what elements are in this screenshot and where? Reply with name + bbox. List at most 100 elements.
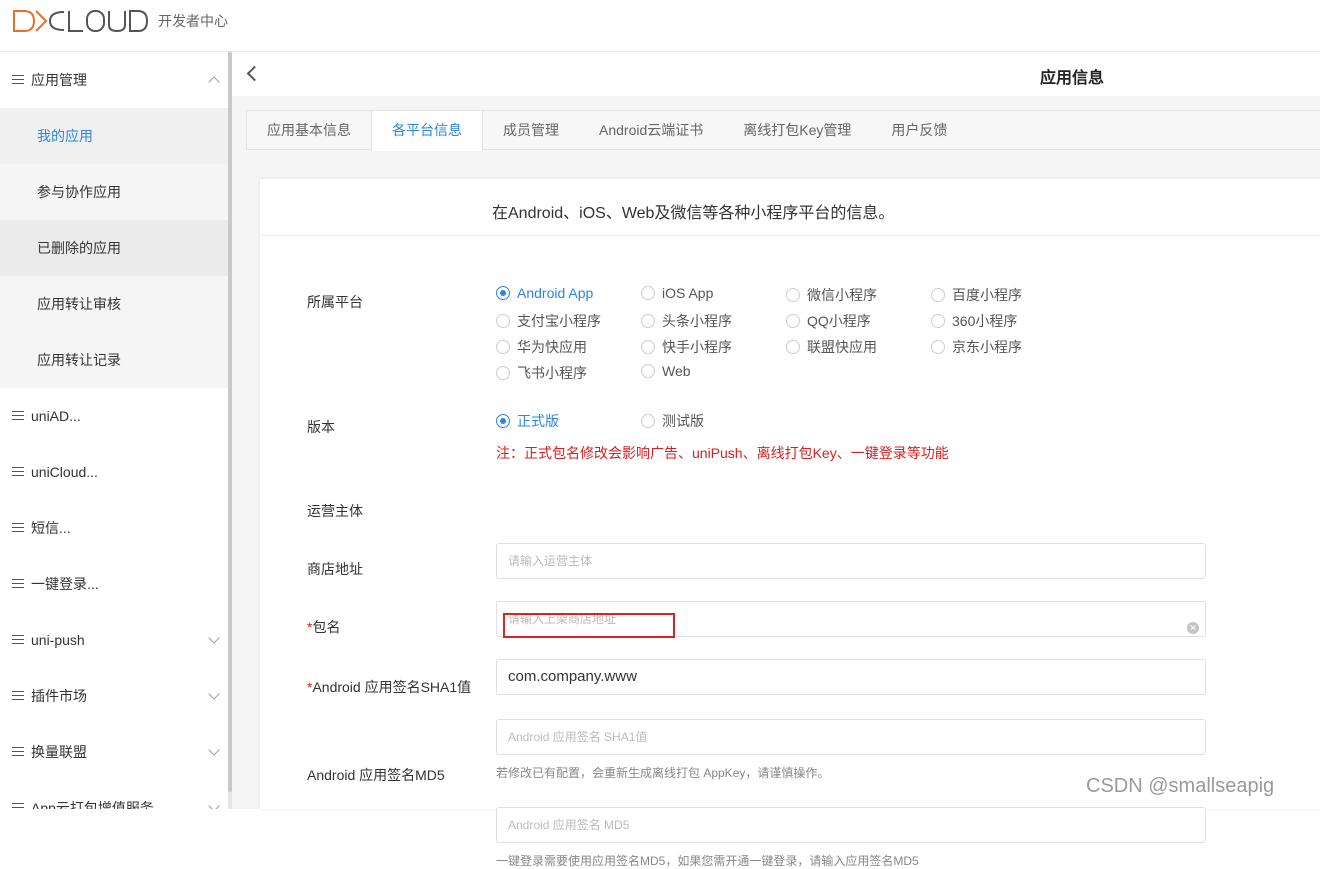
sha1-label-text: Android 应用签名SHA1值 [312, 679, 472, 695]
list-icon [12, 467, 24, 477]
radio-alliance-quickapp[interactable]: 联盟快应用 [786, 337, 877, 357]
package-name-input[interactable]: com.company.www [496, 659, 1206, 695]
sidebar-item-transfer-records[interactable]: 应用转让记录 [0, 332, 228, 388]
tab-platform-info[interactable]: 各平台信息 [371, 111, 483, 151]
sidebar-group-exchange-alliance[interactable]: 换量联盟 [0, 724, 228, 780]
radio-qq-mp[interactable]: QQ小程序 [786, 311, 871, 331]
clear-input-icon[interactable]: ✕ [1187, 622, 1199, 634]
radio-icon [641, 364, 655, 378]
radio-label: 联盟快应用 [807, 339, 877, 355]
platform-info-card: 在Android、iOS、Web及微信等各种小程序平台的信息。 所属平台 And… [260, 179, 1320, 868]
top-bar: 开发者中心 [0, 0, 1320, 52]
list-icon [12, 523, 24, 533]
sidebar-group-plugin-market[interactable]: 插件市场 [0, 668, 228, 724]
radio-label: 微信小程序 [807, 287, 877, 303]
radio-jd-mp[interactable]: 京东小程序 [931, 337, 1022, 357]
radio-icon [641, 286, 655, 300]
radio-360-mp[interactable]: 360小程序 [931, 311, 1017, 331]
sidebar-item-my-apps[interactable]: 我的应用 [0, 108, 228, 164]
list-icon [12, 579, 24, 589]
sidebar-group-label: uni-push [31, 632, 85, 648]
radio-label: QQ小程序 [807, 313, 871, 329]
page-title: 应用信息 [1040, 70, 1105, 87]
back-arrow-icon[interactable] [246, 65, 263, 82]
main-content: 应用信息 应用基本信息 各平台信息 成员管理 Android云端证书 离线打包K… [232, 52, 1320, 868]
tab-offline-key[interactable]: 离线打包Key管理 [723, 111, 871, 150]
radio-icon [931, 288, 945, 302]
tab-android-cert[interactable]: Android云端证书 [579, 111, 723, 150]
radio-baidu-mp[interactable]: 百度小程序 [931, 285, 1022, 305]
radio-label: 支付宝小程序 [517, 313, 601, 329]
radio-label: iOS App [662, 285, 714, 301]
radio-icon [931, 314, 945, 328]
radio-android-app[interactable]: Android App [496, 285, 593, 301]
sidebar-group-unicloud[interactable]: uniCloud... [0, 444, 228, 500]
md5-label: Android 应用签名MD5 [307, 767, 445, 783]
sidebar: 应用管理 我的应用 参与协作应用 已删除的应用 应用转让审核 应用转让记录 un… [0, 52, 228, 809]
logo-mark [12, 9, 150, 33]
sha1-label: *Android 应用签名SHA1值 [307, 677, 471, 697]
list-icon [12, 635, 24, 645]
sidebar-item-transfer-review[interactable]: 应用转让审核 [0, 276, 228, 332]
divider [260, 235, 1320, 236]
radio-toutiao-mp[interactable]: 头条小程序 [641, 311, 732, 331]
store-url-label: 商店地址 [307, 561, 363, 577]
radio-label: 360小程序 [952, 313, 1018, 329]
logo-glyph-icon [13, 10, 149, 33]
sidebar-group-cloud-pack[interactable]: App云打包增值服务 [0, 780, 228, 809]
radio-feishu-mp[interactable]: 飞书小程序 [496, 363, 587, 383]
radio-wechat-mp[interactable]: 微信小程序 [786, 285, 877, 305]
sidebar-group-label: 短信... [31, 520, 71, 536]
dcloud-logo[interactable]: 开发者中心 [12, 9, 228, 33]
tab-basic-info[interactable]: 应用基本信息 [247, 111, 371, 150]
package-name-label-text: 包名 [312, 619, 341, 635]
radio-ios-app[interactable]: iOS App [641, 285, 713, 301]
tab-bar: 应用基本信息 各平台信息 成员管理 Android云端证书 离线打包Key管理 … [246, 110, 1320, 151]
md5-input[interactable]: Android 应用签名 MD5 [496, 807, 1206, 843]
list-icon [12, 691, 24, 701]
radio-huawei-quickapp[interactable]: 华为快应用 [496, 337, 587, 357]
radio-alipay-mp[interactable]: 支付宝小程序 [496, 311, 601, 331]
sidebar-group-label: 换量联盟 [31, 744, 87, 760]
radio-label: 飞书小程序 [517, 365, 587, 381]
sidebar-item-collab-apps[interactable]: 参与协作应用 [0, 164, 228, 220]
sha1-input[interactable]: Android 应用签名 SHA1值 [496, 719, 1206, 755]
radio-label: 测试版 [662, 413, 704, 429]
sidebar-group-sms[interactable]: 短信... [0, 500, 228, 556]
tab-feedback[interactable]: 用户反馈 [871, 111, 967, 150]
radio-test-version[interactable]: 测试版 [641, 411, 704, 431]
annotation-highlight-box [503, 613, 675, 638]
radio-web[interactable]: Web [641, 363, 691, 379]
tab-members[interactable]: 成员管理 [483, 111, 579, 150]
radio-release-version[interactable]: 正式版 [496, 411, 559, 431]
chevron-down-icon [208, 744, 220, 756]
card-description: 在Android、iOS、Web及微信等各种小程序平台的信息。 [492, 205, 895, 222]
chevron-down-icon [208, 632, 220, 644]
radio-label: 快手小程序 [662, 339, 732, 355]
sidebar-group-app-management[interactable]: 应用管理 [0, 52, 228, 108]
sidebar-group-uni-push[interactable]: uni-push [0, 612, 228, 668]
radio-label: 华为快应用 [517, 339, 587, 355]
radio-label: 正式版 [517, 413, 559, 429]
sidebar-group-label: uniCloud... [31, 464, 98, 480]
radio-kuaishou-mp[interactable]: 快手小程序 [641, 337, 732, 357]
radio-icon [641, 314, 655, 328]
operator-input[interactable]: 请输入运营主体 [496, 543, 1206, 579]
chevron-down-icon [208, 688, 220, 700]
sidebar-group-uniad[interactable]: uniAD... [0, 388, 228, 444]
radio-icon [496, 366, 510, 380]
radio-checked-icon [496, 414, 510, 428]
radio-icon [641, 414, 655, 428]
chevron-up-icon [208, 76, 220, 88]
radio-checked-icon [496, 286, 510, 300]
radio-icon [786, 288, 800, 302]
package-name-label: *包名 [307, 617, 340, 637]
sha1-hint: 若修改已有配置，会重新生成离线打包 AppKey，请谨慎操作。 [496, 766, 830, 780]
sidebar-item-deleted-apps[interactable]: 已删除的应用 [0, 220, 228, 276]
radio-icon [496, 314, 510, 328]
sidebar-group-label: 插件市场 [31, 688, 87, 704]
sidebar-group-label: uniAD... [31, 408, 81, 424]
sidebar-group-one-click-login[interactable]: 一键登录... [0, 556, 228, 612]
version-label: 版本 [307, 419, 335, 435]
list-icon [12, 75, 24, 85]
